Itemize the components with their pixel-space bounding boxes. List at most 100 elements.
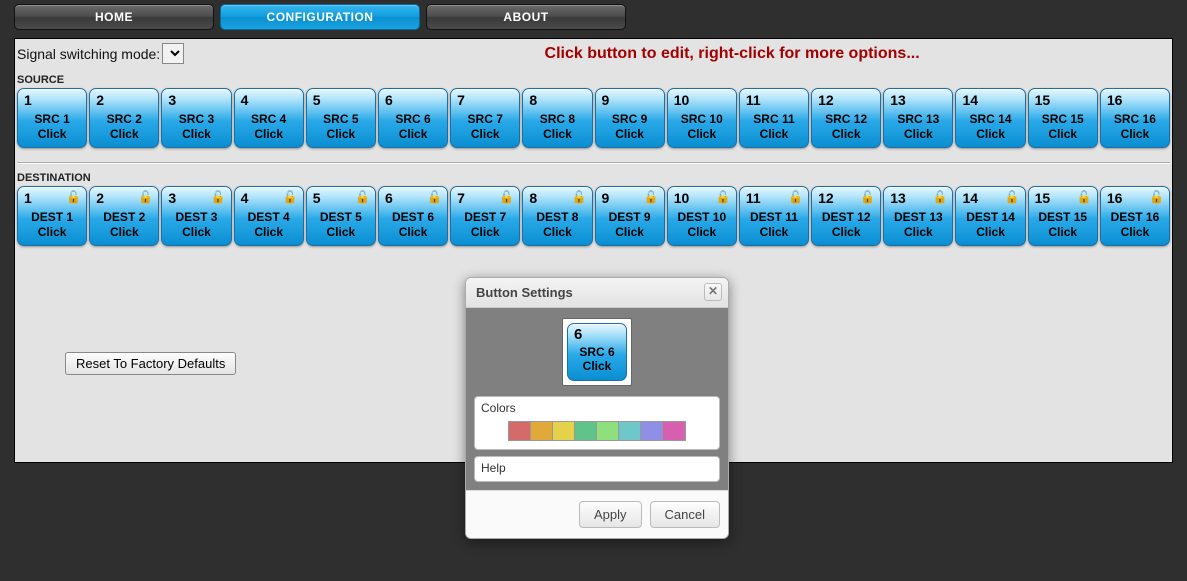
source-button[interactable]: 13SRC 13Click xyxy=(883,88,953,148)
destination-button[interactable]: 16🔓DEST 16Click xyxy=(1100,186,1170,246)
color-swatch[interactable] xyxy=(597,422,619,440)
mode-select[interactable] xyxy=(162,43,184,64)
destination-button[interactable]: 4🔓DEST 4Click xyxy=(234,186,304,246)
button-name: DEST 8 xyxy=(523,210,591,224)
unlock-icon: 🔓 xyxy=(66,190,81,204)
source-button[interactable]: 7SRC 7Click xyxy=(450,88,520,148)
button-name: SRC 3 xyxy=(162,112,230,126)
nav-home[interactable]: HOME xyxy=(14,4,214,30)
color-swatch[interactable] xyxy=(641,422,663,440)
button-number: 3 xyxy=(168,92,176,108)
button-click-label: Click xyxy=(884,225,952,239)
button-name: SRC 12 xyxy=(812,112,880,126)
button-click-label: Click xyxy=(162,127,230,141)
button-number: 9 xyxy=(602,92,610,108)
button-click-label: Click xyxy=(235,225,303,239)
color-swatch[interactable] xyxy=(509,422,531,440)
unlock-icon: 🔓 xyxy=(572,190,587,204)
color-swatch[interactable] xyxy=(663,422,685,440)
color-row xyxy=(508,421,686,441)
button-name: DEST 7 xyxy=(451,210,519,224)
nav-about[interactable]: ABOUT xyxy=(426,4,626,30)
button-name: DEST 1 xyxy=(18,210,86,224)
button-number: 10 xyxy=(674,92,690,108)
button-name: SRC 4 xyxy=(235,112,303,126)
destination-button[interactable]: 7🔓DEST 7Click xyxy=(450,186,520,246)
unlock-icon: 🔓 xyxy=(355,190,370,204)
source-button[interactable]: 11SRC 11Click xyxy=(739,88,809,148)
dialog-title[interactable]: Button Settings ✕ xyxy=(466,278,728,308)
button-click-label: Click xyxy=(956,127,1024,141)
dialog-footer: Apply Cancel xyxy=(466,490,728,538)
destination-button[interactable]: 10🔓DEST 10Click xyxy=(667,186,737,246)
color-swatch[interactable] xyxy=(553,422,575,440)
source-button[interactable]: 4SRC 4Click xyxy=(234,88,304,148)
source-button[interactable]: 8SRC 8Click xyxy=(522,88,592,148)
source-button[interactable]: 14SRC 14Click xyxy=(955,88,1025,148)
destination-button[interactable]: 12🔓DEST 12Click xyxy=(811,186,881,246)
preview-wrap: 6 SRC 6 Click xyxy=(474,316,720,396)
panel-top-row: Signal switching mode: Click button to e… xyxy=(15,39,1172,74)
destination-button[interactable]: 1🔓DEST 1Click xyxy=(17,186,87,246)
button-click-label: Click xyxy=(1029,127,1097,141)
source-button[interactable]: 12SRC 12Click xyxy=(811,88,881,148)
color-swatch[interactable] xyxy=(619,422,641,440)
button-name: DEST 13 xyxy=(884,210,952,224)
button-click-label: Click xyxy=(668,225,736,239)
destination-button[interactable]: 13🔓DEST 13Click xyxy=(883,186,953,246)
button-click-label: Click xyxy=(740,127,808,141)
button-number: 6 xyxy=(385,190,393,206)
button-name: SRC 7 xyxy=(451,112,519,126)
divider xyxy=(17,162,1170,164)
apply-button[interactable]: Apply xyxy=(579,501,642,528)
source-button[interactable]: 15SRC 15Click xyxy=(1028,88,1098,148)
destination-button[interactable]: 5🔓DEST 5Click xyxy=(306,186,376,246)
source-button[interactable]: 5SRC 5Click xyxy=(306,88,376,148)
unlock-icon: 🔓 xyxy=(138,190,153,204)
button-click-label: Click xyxy=(1029,225,1097,239)
destination-button[interactable]: 9🔓DEST 9Click xyxy=(595,186,665,246)
button-name: DEST 3 xyxy=(162,210,230,224)
source-button[interactable]: 3 SRC 3Click xyxy=(161,88,231,148)
destination-button[interactable]: 6🔓DEST 6Click xyxy=(378,186,448,246)
preview-click: Click xyxy=(568,359,626,373)
preview-button[interactable]: 6 SRC 6 Click xyxy=(567,323,627,381)
reset-factory-button[interactable]: Reset To Factory Defaults xyxy=(65,352,236,375)
button-click-label: Click xyxy=(812,225,880,239)
destination-button[interactable]: 8🔓DEST 8Click xyxy=(522,186,592,246)
button-number: 8 xyxy=(529,190,537,206)
button-click-label: Click xyxy=(523,127,591,141)
button-click-label: Click xyxy=(1101,127,1169,141)
source-button[interactable]: 2SRC 2Click xyxy=(89,88,159,148)
button-settings-dialog: Button Settings ✕ 6 SRC 6 Click Colors H… xyxy=(465,277,729,539)
source-button[interactable]: 16SRC 16Click xyxy=(1100,88,1170,148)
unlock-icon: 🔓 xyxy=(1005,190,1020,204)
source-button[interactable]: 9SRC 9Click xyxy=(595,88,665,148)
preview-name: SRC 6 xyxy=(568,345,626,359)
destination-button[interactable]: 3🔓DEST 3Click xyxy=(161,186,231,246)
destination-button[interactable]: 14🔓DEST 14Click xyxy=(955,186,1025,246)
destination-button[interactable]: 2🔓DEST 2Click xyxy=(89,186,159,246)
destination-button[interactable]: 11🔓DEST 11Click xyxy=(739,186,809,246)
source-button[interactable]: 1SRC 1Click xyxy=(17,88,87,148)
destination-button[interactable]: 15🔓DEST 15Click xyxy=(1028,186,1098,246)
nav-configuration[interactable]: CONFIGURATION xyxy=(220,4,420,30)
cancel-button[interactable]: Cancel xyxy=(650,501,720,528)
mode-label: Signal switching mode: xyxy=(17,46,160,62)
top-nav: HOME CONFIGURATION ABOUT xyxy=(0,0,1187,34)
unlock-icon: 🔓 xyxy=(499,190,514,204)
unlock-icon: 🔓 xyxy=(283,190,298,204)
button-number: 4 xyxy=(241,92,249,108)
dialog-close-button[interactable]: ✕ xyxy=(704,283,722,301)
button-number: 9 xyxy=(602,190,610,206)
unlock-icon: 🔓 xyxy=(1077,190,1092,204)
button-click-label: Click xyxy=(18,225,86,239)
color-swatch[interactable] xyxy=(531,422,553,440)
color-swatch[interactable] xyxy=(575,422,597,440)
button-click-label: Click xyxy=(668,127,736,141)
source-button[interactable]: 10SRC 10Click xyxy=(667,88,737,148)
source-button[interactable]: 6SRC 6Click xyxy=(378,88,448,148)
button-number: 2 xyxy=(96,92,104,108)
help-group[interactable]: Help xyxy=(474,456,720,482)
button-click-label: Click xyxy=(162,225,230,239)
